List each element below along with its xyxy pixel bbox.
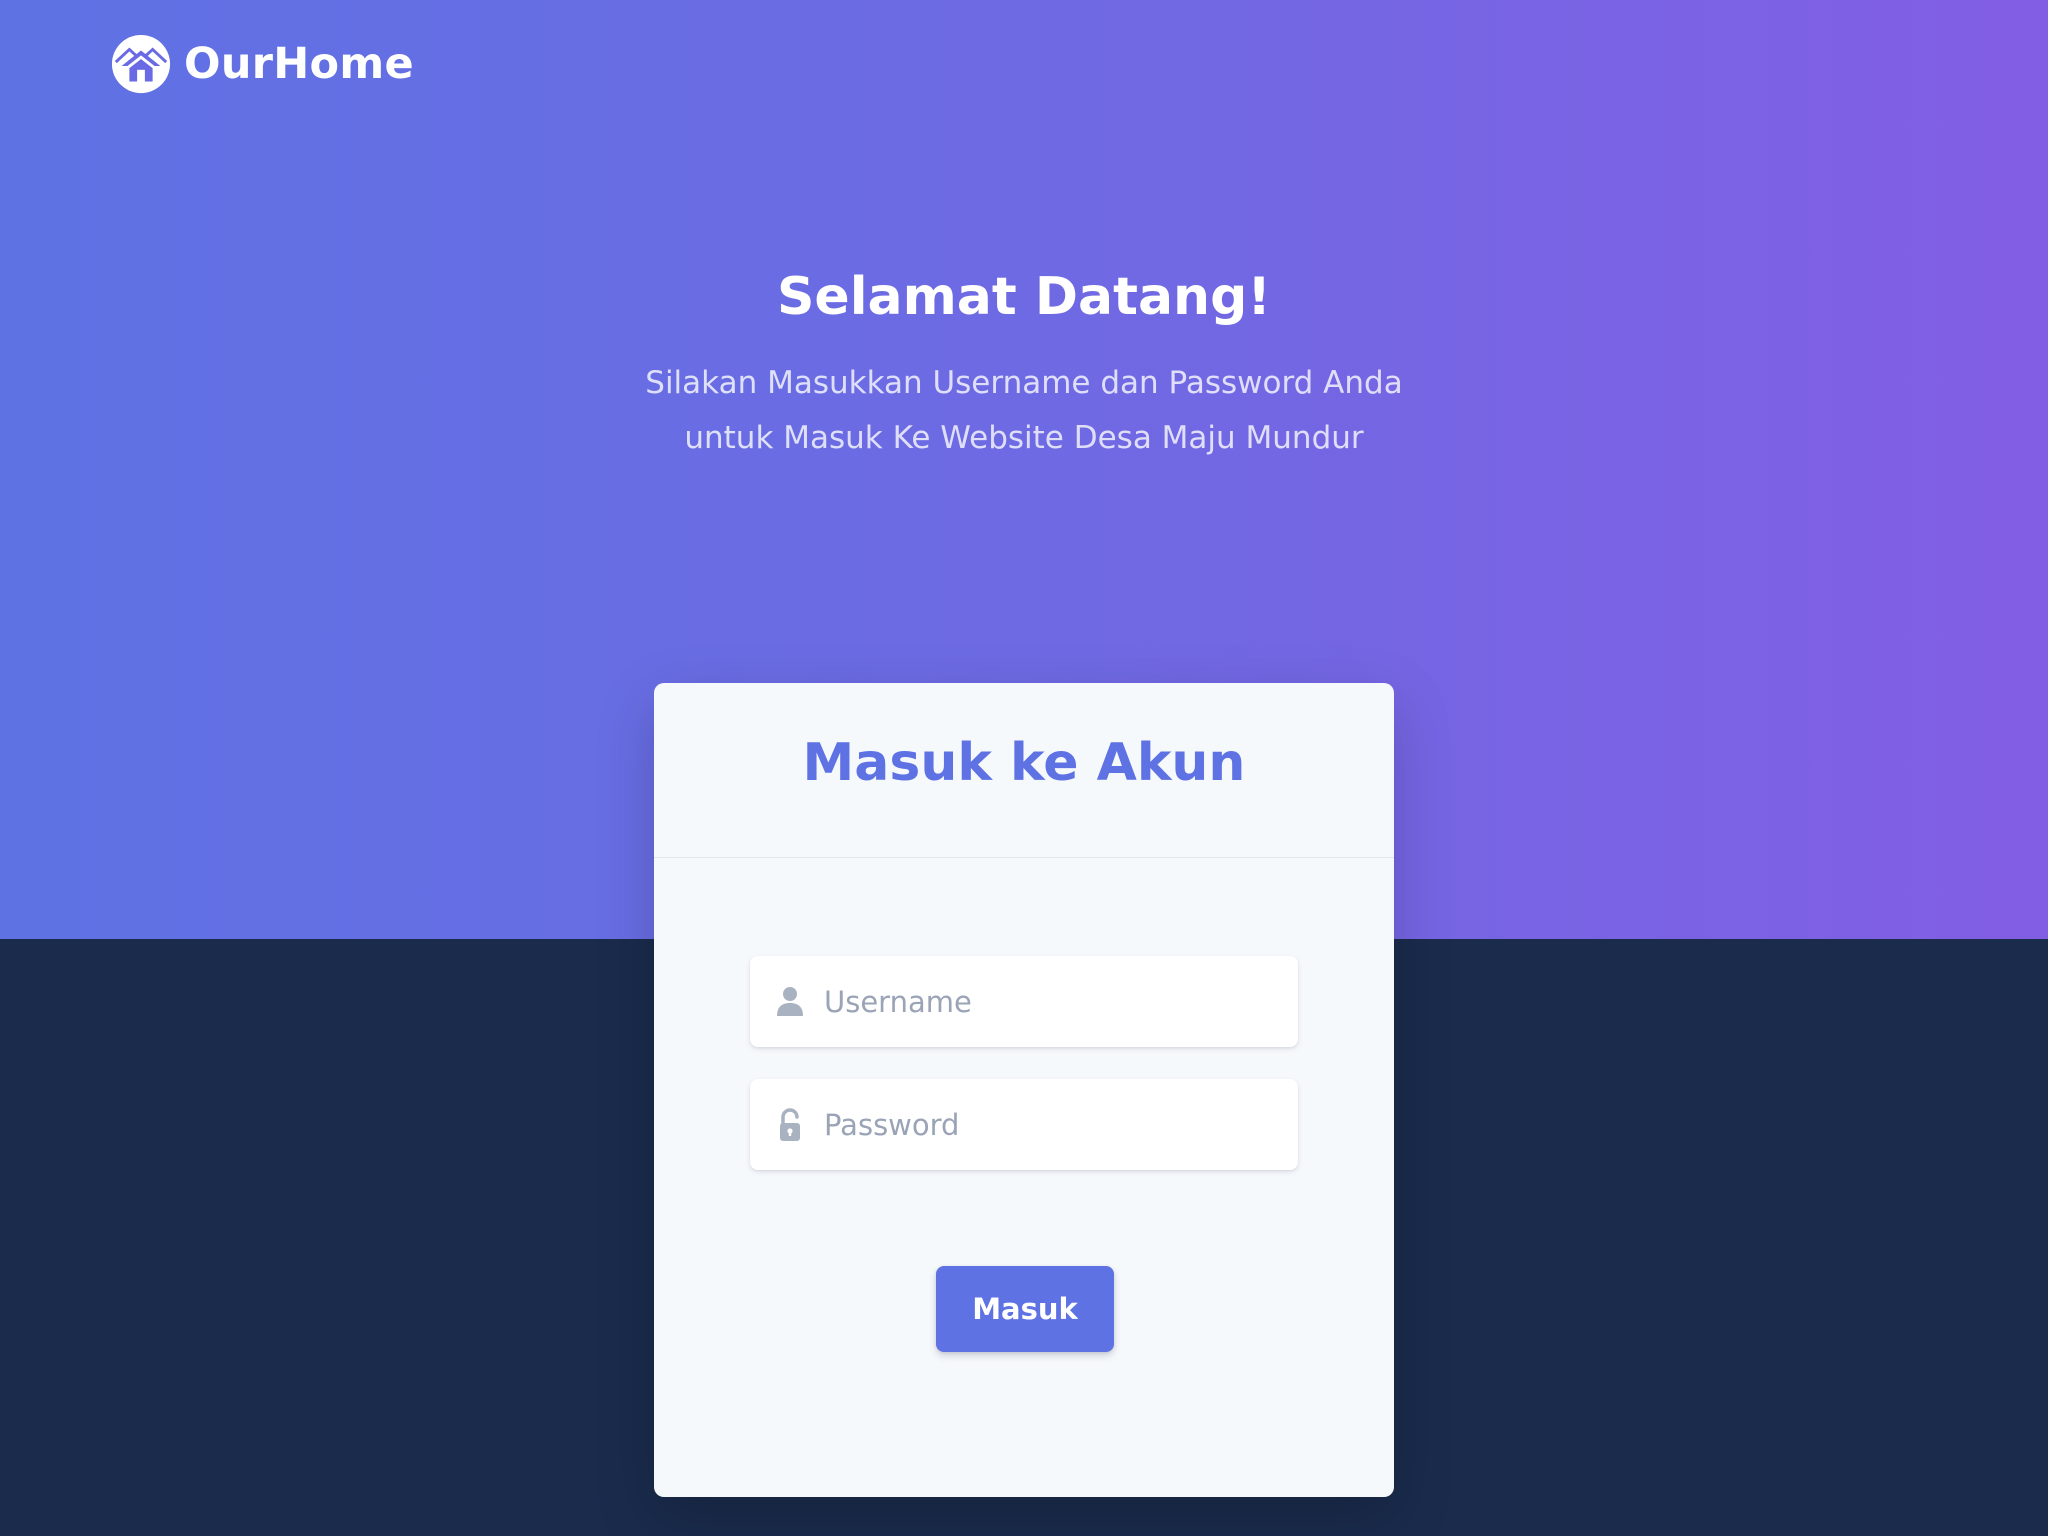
brand-name: OurHome bbox=[184, 39, 414, 89]
login-title: Masuk ke Akun bbox=[802, 733, 1246, 793]
navbar-brand[interactable]: OurHome bbox=[110, 32, 414, 96]
username-input[interactable] bbox=[824, 971, 1264, 1032]
welcome-block: Selamat Datang! Silakan Masukkan Usernam… bbox=[0, 262, 2048, 466]
welcome-title: Selamat Datang! bbox=[776, 267, 1272, 327]
lock-open-icon bbox=[780, 1107, 800, 1141]
user-icon bbox=[777, 986, 803, 1016]
password-input[interactable] bbox=[824, 1094, 1264, 1155]
login-card-header: Masuk ke Akun bbox=[654, 683, 1394, 858]
username-field[interactable] bbox=[750, 956, 1298, 1047]
login-card: Masuk ke Akun Masuk bbox=[654, 683, 1394, 1497]
welcome-subtitle: Silakan Masukkan Username dan Password A… bbox=[645, 365, 1403, 456]
house-globe-icon bbox=[111, 34, 171, 94]
login-button[interactable]: Masuk bbox=[936, 1266, 1114, 1352]
password-field[interactable] bbox=[750, 1079, 1298, 1170]
